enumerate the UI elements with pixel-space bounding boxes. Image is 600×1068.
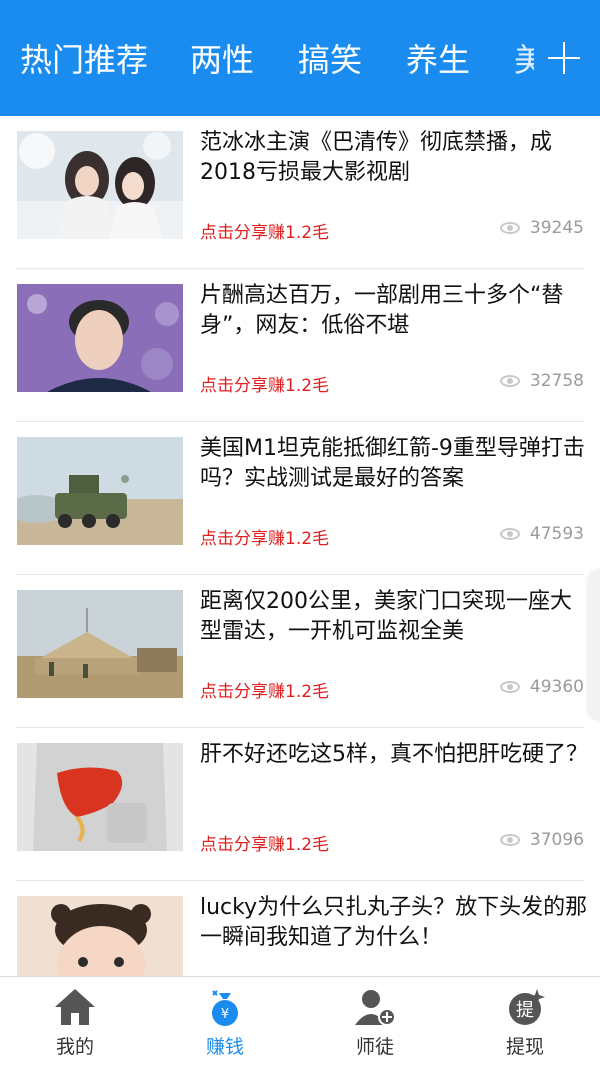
view-count: 47593 <box>499 524 584 544</box>
svg-text:提: 提 <box>516 1000 534 1021</box>
article-thumbnail <box>17 743 183 851</box>
money-bag-icon: ¥ <box>212 990 238 1026</box>
eye-icon <box>499 222 520 234</box>
list-item[interactable]: 肝不好还吃这5样，真不怕把肝吃硬了？ 点击分享赚1.2毛 37096 <box>0 728 600 881</box>
article-thumbnail <box>17 590 183 698</box>
article-thumbnail <box>17 131 183 239</box>
share-earn-link[interactable]: 点击分享赚1.2毛 <box>200 371 329 396</box>
plus-icon[interactable] <box>546 40 582 76</box>
top-category-bar: 热门推荐 两性 搞笑 养生 美 <box>0 0 600 116</box>
eye-icon <box>499 375 520 387</box>
tab-funny[interactable]: 搞笑 <box>298 38 362 82</box>
view-count: 49360 <box>499 677 584 697</box>
list-item[interactable]: lucky为什么只扎丸子头？放下头发的那一瞬间我知道了为什么！ <box>0 881 600 976</box>
add-user-icon <box>355 990 396 1026</box>
eye-icon <box>499 528 520 540</box>
view-count: 37096 <box>499 830 584 850</box>
share-earn-link[interactable]: 点击分享赚1.2毛 <box>200 830 329 855</box>
tab-health[interactable]: 养生 <box>406 38 470 82</box>
view-count-value: 37096 <box>529 830 584 850</box>
article-thumbnail <box>17 896 183 976</box>
share-earn-link[interactable]: 点击分享赚1.2毛 <box>200 524 329 549</box>
list-item[interactable]: 范冰冰主演《巴清传》彻底禁播，成2018亏损最大影视剧 点击分享赚1.2毛 39… <box>0 116 600 269</box>
floating-edge-handle[interactable] <box>588 570 600 720</box>
nav-label: 我的 <box>55 1036 94 1058</box>
nav-label: 赚钱 <box>205 1036 244 1058</box>
list-item[interactable]: 距离仅200公里，美家门口突现一座大型雷达，一开机可监视全美 点击分享赚1.2毛… <box>0 575 600 728</box>
share-earn-link[interactable]: 点击分享赚1.2毛 <box>200 677 329 702</box>
tab-gender[interactable]: 两性 <box>190 38 254 82</box>
svg-text:¥: ¥ <box>221 1007 229 1022</box>
article-title[interactable]: 距离仅200公里，美家门口突现一座大型雷达，一开机可监视全美 <box>200 587 590 647</box>
view-count-value: 47593 <box>529 524 584 544</box>
article-title[interactable]: lucky为什么只扎丸子头？放下头发的那一瞬间我知道了为什么！ <box>200 893 590 953</box>
home-icon <box>55 989 95 1025</box>
withdraw-icon: 提 <box>509 989 545 1025</box>
article-title[interactable]: 片酬高达百万，一部剧用三十多个“替身”，网友：低俗不堪 <box>200 281 590 341</box>
nav-withdraw[interactable]: 提 提现 <box>450 977 600 1068</box>
nav-label: 师徒 <box>355 1036 394 1058</box>
eye-icon <box>499 681 520 693</box>
article-thumbnail <box>17 284 183 392</box>
list-item[interactable]: 片酬高达百万，一部剧用三十多个“替身”，网友：低俗不堪 点击分享赚1.2毛 32… <box>0 269 600 422</box>
view-count-value: 32758 <box>529 371 584 391</box>
tab-hot-recommend[interactable]: 热门推荐 <box>20 38 148 82</box>
article-thumbnail <box>17 437 183 545</box>
view-count: 32758 <box>499 371 584 391</box>
article-title[interactable]: 美国M1坦克能抵御红箭-9重型导弹打击吗？实战测试是最好的答案 <box>200 434 590 494</box>
nav-earn[interactable]: ¥ 赚钱 <box>150 977 300 1068</box>
article-title[interactable]: 肝不好还吃这5样，真不怕把肝吃硬了？ <box>200 740 590 770</box>
nav-label: 提现 <box>505 1036 544 1058</box>
eye-icon <box>499 834 520 846</box>
nav-mine[interactable]: 我的 <box>0 977 150 1068</box>
news-feed: 范冰冰主演《巴清传》彻底禁播，成2018亏损最大影视剧 点击分享赚1.2毛 39… <box>0 116 600 976</box>
bottom-navigation: 我的 ¥ 赚钱 师徒 提 提现 <box>0 976 600 1068</box>
view-count: 39245 <box>499 218 584 238</box>
share-earn-link[interactable]: 点击分享赚1.2毛 <box>200 218 329 243</box>
nav-mentor[interactable]: 师徒 <box>300 977 450 1068</box>
view-count-value: 39245 <box>529 218 584 238</box>
article-title[interactable]: 范冰冰主演《巴清传》彻底禁播，成2018亏损最大影视剧 <box>200 128 590 188</box>
view-count-value: 49360 <box>529 677 584 697</box>
tab-beauty-partial[interactable]: 美 <box>514 38 534 82</box>
list-item[interactable]: 美国M1坦克能抵御红箭-9重型导弹打击吗？实战测试是最好的答案 点击分享赚1.2… <box>0 422 600 575</box>
